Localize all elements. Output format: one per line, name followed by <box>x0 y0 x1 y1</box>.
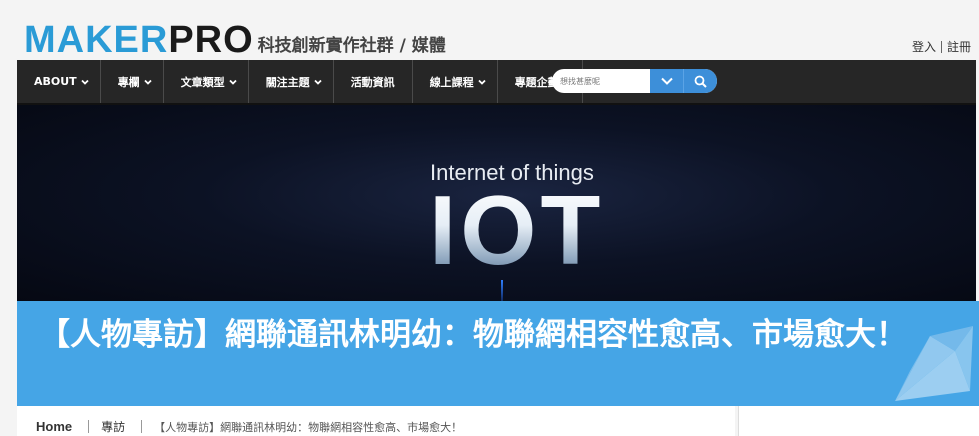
logo-maker-text: MAKER <box>24 19 169 61</box>
hero-title: IOT <box>429 175 605 285</box>
content-area: Home 專訪 【人物專訪】網聯通訊林明幼：物聯網相容性愈高、市場愈大！ <box>17 406 735 436</box>
chevron-down-icon <box>229 79 237 85</box>
breadcrumb-section-link[interactable]: 專訪 <box>101 418 125 435</box>
nav-item-label: 專欄 <box>117 75 140 89</box>
article-title: 【人物專訪】網聯通訊林明幼：物聯網相容性愈高、市場愈大！ <box>39 317 907 353</box>
nav-item-column[interactable]: 專欄 <box>101 60 164 103</box>
nav-item-online-courses[interactable]: 線上課程 <box>413 60 498 103</box>
search-category-dropdown[interactable] <box>650 69 684 93</box>
search-box <box>552 69 717 93</box>
nav-item-label: 活動資訊 <box>350 75 395 89</box>
chevron-down-icon <box>81 79 89 85</box>
nav-item-about[interactable]: ABOUT <box>17 60 101 103</box>
chevron-down-icon <box>314 79 322 85</box>
sidebar <box>738 406 979 436</box>
site-tagline: 科技創新實作社群 / 媒體 <box>257 36 446 56</box>
nav-item-topics[interactable]: 關注主題 <box>249 60 334 103</box>
register-link[interactable]: 註冊 <box>947 38 971 55</box>
article-title-banner: 【人物專訪】網聯通訊林明幼：物聯網相容性愈高、市場愈大！ <box>17 301 979 406</box>
chevron-down-icon <box>144 79 152 85</box>
auth-links: 登入 註冊 <box>912 38 971 55</box>
search-input[interactable] <box>552 69 650 93</box>
login-link[interactable]: 登入 <box>912 38 936 55</box>
nav-item-label: 文章類型 <box>180 75 225 89</box>
nav-item-article-types[interactable]: 文章類型 <box>164 60 249 103</box>
auth-divider <box>940 40 942 53</box>
nav-item-label: ABOUT <box>34 75 77 88</box>
breadcrumb-home-link[interactable]: Home <box>36 419 72 434</box>
logo-pro-text: PRO <box>168 19 254 61</box>
main-navbar: ABOUT 專欄 文章類型 關注主題 活動資訊 線上課程 專題企劃 <box>17 60 976 105</box>
search-icon <box>694 75 707 88</box>
breadcrumb-current: 【人物專訪】網聯通訊林明幼：物聯網相容性愈高、市場愈大！ <box>154 420 463 434</box>
site-logo[interactable]: MAKER PRO 科技創新實作社群 / 媒體 <box>24 19 446 61</box>
breadcrumb-divider <box>141 420 143 433</box>
nav-item-label: 線上課程 <box>429 75 474 89</box>
nav-item-events[interactable]: 活動資訊 <box>334 60 413 103</box>
polygon-decoration <box>895 326 973 401</box>
search-button[interactable] <box>683 69 717 93</box>
chevron-down-icon <box>478 79 486 85</box>
hero-image: Internet of things IOT <box>17 105 976 305</box>
chevron-down-icon <box>661 77 673 85</box>
breadcrumb: Home 專訪 【人物專訪】網聯通訊林明幼：物聯網相容性愈高、市場愈大！ <box>36 418 462 435</box>
nav-item-label: 關注主題 <box>265 75 310 89</box>
breadcrumb-divider <box>88 420 90 433</box>
